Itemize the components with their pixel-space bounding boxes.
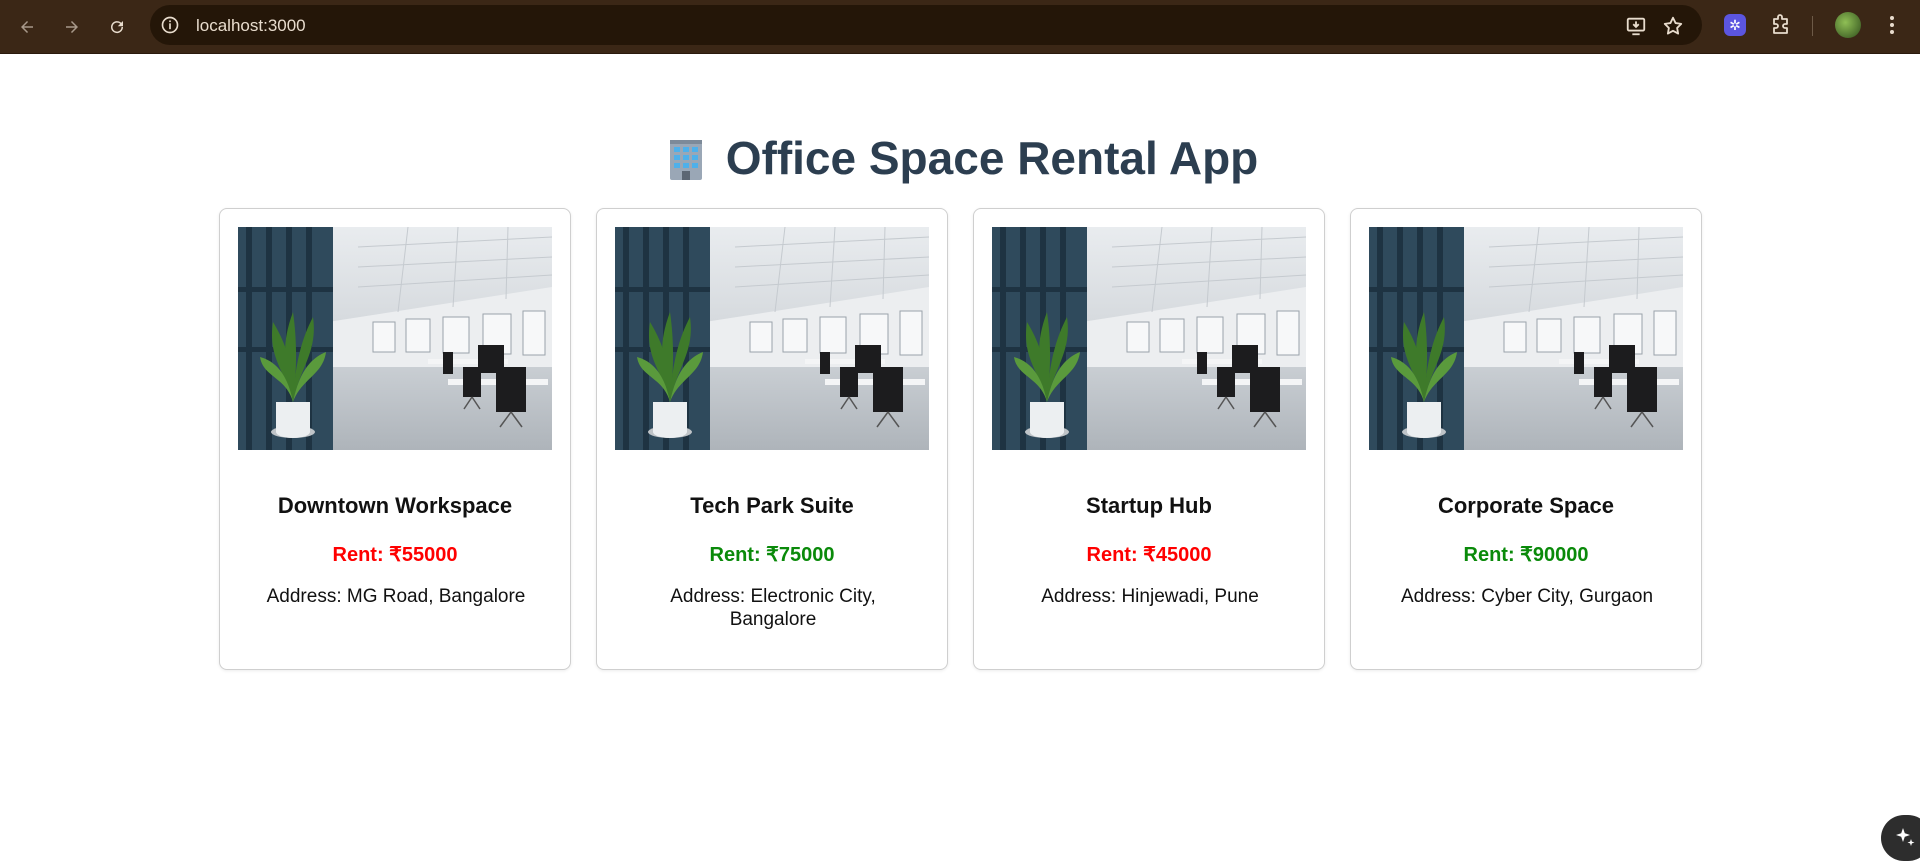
puzzle-icon [1773, 14, 1788, 34]
back-button[interactable] [12, 12, 42, 42]
sparkle-icon [1896, 828, 1915, 846]
install-app-icon [1626, 17, 1646, 36]
profile-avatar[interactable] [1835, 12, 1861, 38]
page-title-text: Office Space Rental App [725, 132, 1259, 184]
office-building-icon [669, 140, 702, 180]
reload-icon [111, 21, 124, 34]
office-name: Startup Hub [1086, 493, 1212, 518]
reload-button[interactable] [102, 12, 132, 42]
office-address: Address: Hinjewadi, Pune [1041, 586, 1259, 607]
browser-menu-button[interactable] [1880, 13, 1904, 37]
office-card: Downtown Workspace Rent: ₹55000 Address:… [219, 208, 571, 670]
url-text[interactable]: localhost:3000 [196, 16, 306, 36]
toolbar-divider [1812, 16, 1813, 36]
office-card-grid: Downtown Workspace Rent: ₹55000 Address:… [219, 208, 1703, 670]
office-card: Startup Hub Rent: ₹45000 Address: Hinjew… [973, 208, 1325, 670]
site-info-button[interactable] [160, 15, 180, 35]
office-name: Corporate Space [1437, 493, 1615, 518]
extension-button[interactable]: ✲ [1724, 14, 1746, 36]
office-address: Address: MG Road, Bangalore [266, 586, 526, 607]
office-address: Address: Electronic City, Bangalore [670, 586, 876, 630]
office-address: Address: Cyber City, Gurgaon [1400, 586, 1654, 607]
office-rent: Rent: ₹90000 [1463, 544, 1589, 566]
office-rent: Rent: ₹75000 [709, 544, 835, 566]
arrow-right-icon [66, 21, 78, 33]
office-photo [238, 227, 552, 450]
office-card: Tech Park Suite Rent: ₹75000 Address: El… [596, 208, 948, 670]
office-rent: Rent: ₹45000 [1086, 544, 1212, 566]
office-name: Tech Park Suite [690, 493, 854, 518]
info-icon [161, 16, 179, 34]
extensions-menu-button[interactable] [1769, 13, 1793, 37]
page-title: Office Space Rental App [0, 128, 1920, 188]
arrow-left-icon [21, 21, 33, 33]
star-icon [1663, 16, 1683, 35]
assistant-fab-button[interactable] [1881, 815, 1920, 861]
office-card: Corporate Space Rent: ₹90000 Address: Cy… [1350, 208, 1702, 670]
more-vertical-icon [1890, 16, 1894, 34]
forward-button[interactable] [57, 12, 87, 42]
bookmark-button[interactable] [1662, 15, 1684, 37]
browser-toolbar: localhost:3000 ✲ [0, 0, 1920, 54]
address-bar[interactable]: localhost:3000 [150, 5, 1702, 45]
office-photo [992, 227, 1306, 450]
office-photo [1369, 227, 1683, 450]
office-rent: Rent: ₹55000 [332, 544, 458, 566]
install-app-button[interactable] [1625, 15, 1647, 37]
office-name: Downtown Workspace [277, 493, 513, 518]
sparkle-extension-icon: ✲ [1729, 16, 1741, 33]
office-photo [615, 227, 929, 450]
